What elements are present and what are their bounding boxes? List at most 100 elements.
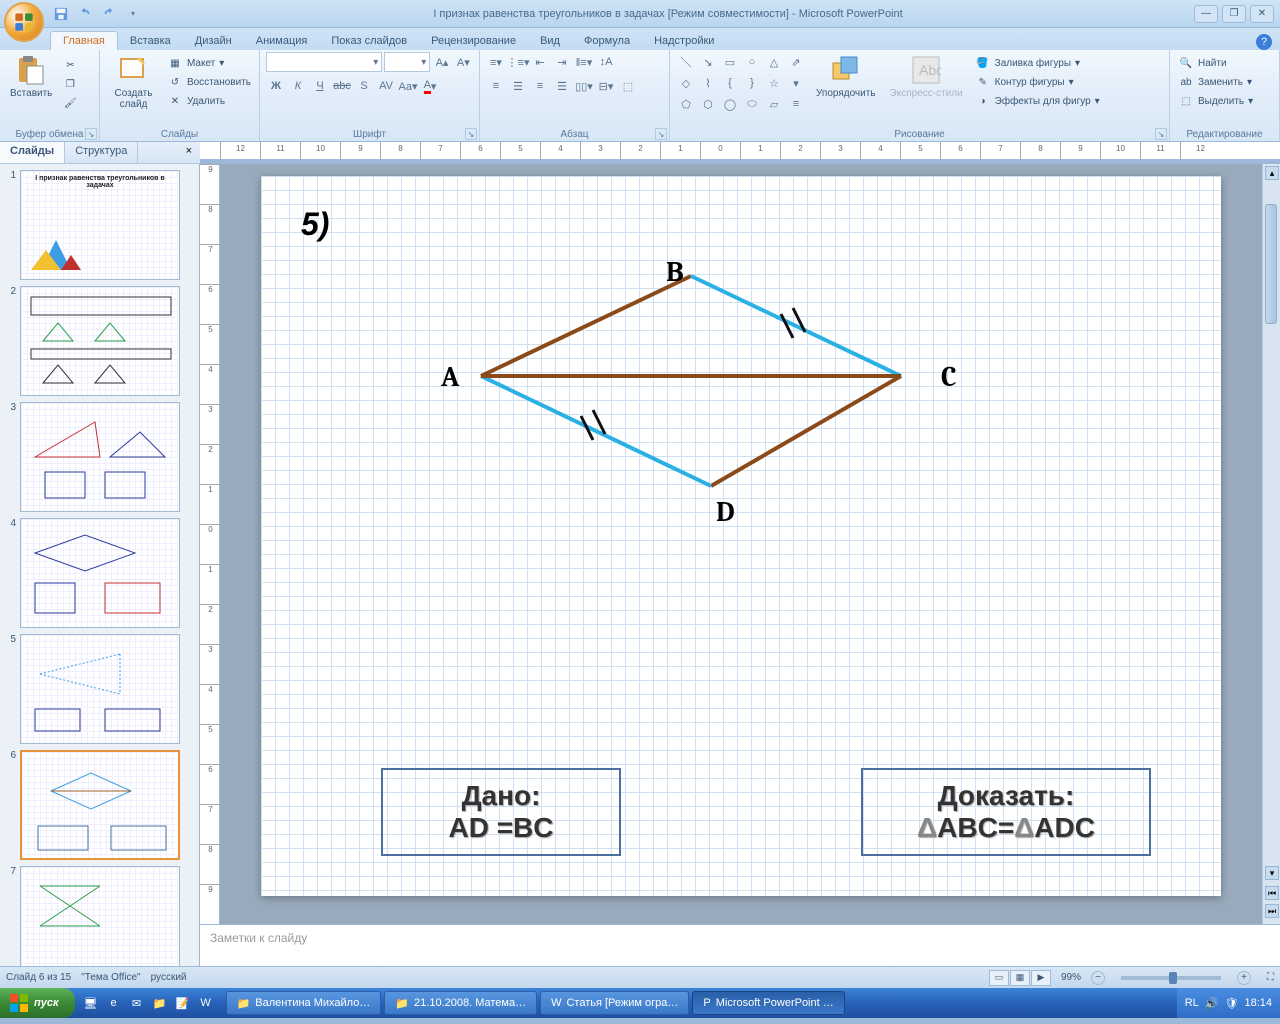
tray-volume-icon[interactable]: 🔊 xyxy=(1205,997,1219,1010)
align-center-button[interactable]: ☰ xyxy=(508,76,528,96)
copy-button[interactable]: ❐ xyxy=(60,75,80,93)
strike-button[interactable]: abc xyxy=(332,76,352,96)
slide-canvas[interactable]: 5) xyxy=(220,164,1262,924)
prove-box[interactable]: Доказать: ΔABC=ΔADC xyxy=(861,768,1151,856)
shape-arrow-icon[interactable]: ↘ xyxy=(698,52,718,72)
task-2[interactable]: 📁21.10.2008. Матема… xyxy=(384,991,537,1015)
minimize-button[interactable]: — xyxy=(1194,5,1218,23)
grow-font-button[interactable]: A▴ xyxy=(432,52,451,72)
tray-shield-icon[interactable]: 🛡 xyxy=(1225,997,1239,1010)
new-slide-button[interactable]: Создать слайд xyxy=(106,52,161,112)
shape-r3-icon[interactable]: ⬠ xyxy=(676,94,696,114)
paragraph-launcher[interactable]: ↘ xyxy=(655,128,667,140)
underline-button[interactable]: Ч xyxy=(310,76,330,96)
align-left-button[interactable]: ≡ xyxy=(486,76,506,96)
layout-button[interactable]: ▦Макет ▾ xyxy=(165,54,253,72)
shape-fill-button[interactable]: 🪣Заливка фигуры ▾ xyxy=(973,54,1102,72)
tab-view[interactable]: Вид xyxy=(528,32,572,50)
columns-button[interactable]: ▯▯▾ xyxy=(574,76,594,96)
thumbnail-3[interactable]: 3 xyxy=(4,402,195,512)
clipboard-launcher[interactable]: ↘ xyxy=(85,128,97,140)
panel-tab-outline[interactable]: Структура xyxy=(65,142,138,163)
vertical-scrollbar[interactable]: ▴ ▾ ⏮ ⏭ xyxy=(1262,164,1280,924)
panel-tab-slides[interactable]: Слайды xyxy=(0,142,65,163)
find-button[interactable]: 🔍Найти xyxy=(1176,54,1273,72)
shape-di-icon[interactable]: ◇ xyxy=(676,73,696,93)
shape-r5-icon[interactable]: ◯ xyxy=(720,94,740,114)
shadow-button[interactable]: S xyxy=(354,76,374,96)
view-sorter-button[interactable]: ▦ xyxy=(1010,970,1030,986)
align-right-button[interactable]: ≡ xyxy=(530,76,550,96)
shape-outline-button[interactable]: ✎Контур фигуры ▾ xyxy=(973,73,1102,91)
shapes-expand-icon[interactable]: ≡ xyxy=(786,94,806,114)
view-slideshow-button[interactable]: ▶ xyxy=(1031,970,1051,986)
notes-pane[interactable]: Заметки к слайду xyxy=(200,924,1280,966)
shape-rect-icon[interactable]: ▭ xyxy=(720,52,740,72)
current-slide[interactable]: 5) xyxy=(261,176,1221,896)
thumbnail-4[interactable]: 4 xyxy=(4,518,195,628)
ql-app2-icon[interactable]: 📝 xyxy=(173,992,193,1014)
thumbnail-5[interactable]: 5 xyxy=(4,634,195,744)
thumbnail-1[interactable]: 1I признак равенства треугольников в зад… xyxy=(4,170,195,280)
tab-design[interactable]: Дизайн xyxy=(183,32,244,50)
ql-app1-icon[interactable]: 📁 xyxy=(150,992,170,1014)
cut-button[interactable]: ✂ xyxy=(60,56,80,74)
shape-line2-icon[interactable]: ⌇ xyxy=(698,73,718,93)
qat-redo-icon[interactable] xyxy=(100,5,118,23)
text-direction-button[interactable]: ↕A xyxy=(596,52,616,72)
task-1[interactable]: 📁Валентина Михайло… xyxy=(226,991,382,1015)
shape-brace2-icon[interactable]: } xyxy=(742,73,762,93)
given-box[interactable]: Дано: AD =BC xyxy=(381,768,621,856)
tab-home[interactable]: Главная xyxy=(50,31,118,50)
drawing-launcher[interactable]: ↘ xyxy=(1155,128,1167,140)
smartart-button[interactable]: ⬚ xyxy=(618,76,638,96)
qat-save-icon[interactable] xyxy=(52,5,70,23)
maximize-button[interactable]: ❐ xyxy=(1222,5,1246,23)
help-icon[interactable]: ? xyxy=(1256,34,1272,50)
line-spacing-button[interactable]: ‖≡▾ xyxy=(574,52,594,72)
reset-button[interactable]: ↺Восстановить xyxy=(165,73,253,91)
scroll-up-icon[interactable]: ▴ xyxy=(1265,166,1279,180)
shape-r6-icon[interactable]: ⬭ xyxy=(742,94,762,114)
quick-styles-button[interactable]: Abc Экспресс-стили xyxy=(886,52,967,101)
arrange-button[interactable]: Упорядочить xyxy=(812,52,880,101)
shape-more1-icon[interactable]: ⇗ xyxy=(786,52,806,72)
zoom-out-button[interactable]: − xyxy=(1091,971,1105,985)
font-launcher[interactable]: ↘ xyxy=(465,128,477,140)
bold-button[interactable]: Ж xyxy=(266,76,286,96)
font-color-button[interactable]: A▾ xyxy=(420,76,440,96)
tab-insert[interactable]: Вставка xyxy=(118,32,183,50)
panel-close-icon[interactable]: × xyxy=(178,142,200,163)
next-slide-icon[interactable]: ⏭ xyxy=(1265,904,1279,918)
clock[interactable]: 18:14 xyxy=(1244,997,1272,1009)
shape-r7-icon[interactable]: ▱ xyxy=(764,94,784,114)
tab-review[interactable]: Рецензирование xyxy=(419,32,528,50)
task-3[interactable]: WСтатья [Режим огра… xyxy=(540,991,689,1015)
shape-line-icon[interactable]: ＼ xyxy=(676,52,696,72)
office-button[interactable] xyxy=(4,2,44,42)
tray-lang[interactable]: RL xyxy=(1185,997,1199,1009)
shape-r4-icon[interactable]: ⬡ xyxy=(698,94,718,114)
ql-ie-icon[interactable]: е xyxy=(104,992,124,1014)
change-case-button[interactable]: Aa▾ xyxy=(398,76,418,96)
format-painter-button[interactable]: 🖌 xyxy=(60,94,80,112)
task-4[interactable]: PMicrosoft PowerPoint … xyxy=(692,991,844,1015)
bullets-button[interactable]: ≡▾ xyxy=(486,52,506,72)
select-button[interactable]: ⬚Выделить ▾ xyxy=(1176,92,1273,110)
scroll-thumb[interactable] xyxy=(1265,204,1277,324)
ql-desktop-icon[interactable]: 🖥 xyxy=(81,992,101,1014)
shape-oval-icon[interactable]: ○ xyxy=(742,52,762,72)
qat-dropdown-icon[interactable]: ▾ xyxy=(124,5,142,23)
shape-tri-icon[interactable]: △ xyxy=(764,52,784,72)
thumbnail-7[interactable]: 7 xyxy=(4,866,195,966)
tab-animation[interactable]: Анимация xyxy=(244,32,320,50)
shape-more2-icon[interactable]: ▾ xyxy=(786,73,806,93)
font-family-select[interactable] xyxy=(266,52,382,72)
numbering-button[interactable]: ⋮≡▾ xyxy=(508,52,528,72)
italic-button[interactable]: К xyxy=(288,76,308,96)
ql-outlook-icon[interactable]: ✉ xyxy=(127,992,147,1014)
font-size-select[interactable] xyxy=(384,52,430,72)
qat-undo-icon[interactable] xyxy=(76,5,94,23)
thumbnails-pane[interactable]: 1I признак равенства треугольников в зад… xyxy=(0,164,200,966)
fit-window-button[interactable]: ⛶ xyxy=(1267,972,1274,983)
